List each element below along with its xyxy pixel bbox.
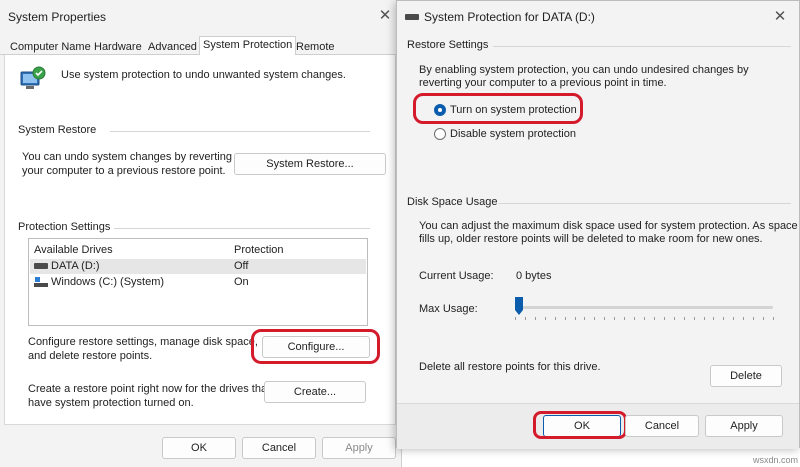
slider-track (515, 306, 773, 309)
disk-space-desc-line1: You can adjust the maximum disk space us… (419, 220, 798, 232)
slider-tick (743, 317, 745, 320)
slider-tick (693, 317, 695, 320)
slider-tick (644, 317, 645, 320)
restore-settings-heading: Restore Settings (407, 39, 489, 51)
window-title: System Properties (8, 10, 107, 24)
current-usage-label: Current Usage: (419, 270, 494, 282)
dialog-title: System Protection for DATA (D:) (424, 10, 595, 24)
tab-hardware[interactable]: Hardware (94, 39, 142, 55)
slider-tick (584, 317, 586, 320)
protection-settings-heading: Protection Settings (18, 221, 111, 233)
disk-space-desc-line2: fills up, older restore points will be d… (419, 233, 763, 245)
system-restore-desc-line1: You can undo system changes by reverting (22, 151, 232, 163)
ok-button[interactable]: OK (543, 415, 621, 437)
system-restore-button[interactable]: System Restore... (234, 153, 386, 175)
configure-desc-line2: and delete restore points. (28, 350, 153, 362)
cancel-button[interactable]: Cancel (242, 437, 316, 459)
max-usage-slider[interactable] (515, 295, 775, 325)
disable-protection-label[interactable]: Disable system protection (450, 127, 576, 141)
slider-tick (554, 317, 556, 320)
drive-name: DATA (D:) (51, 260, 100, 272)
slider-tick (673, 317, 675, 320)
tab-remote[interactable]: Remote (296, 39, 335, 55)
close-icon[interactable]: ✕ (771, 7, 789, 25)
apply-button[interactable]: Apply (705, 415, 783, 437)
ok-button[interactable]: OK (162, 437, 236, 459)
slider-tick (564, 317, 566, 320)
create-desc-line2: have system protection turned on. (28, 397, 194, 409)
slider-thumb[interactable] (515, 297, 523, 315)
table-row[interactable]: DATA (D:) Off (30, 259, 366, 274)
turn-on-protection-label[interactable]: Turn on system protection (450, 103, 577, 117)
system-properties-window: System Properties ✕ Computer Name Hardwa… (0, 0, 402, 467)
create-button[interactable]: Create... (264, 381, 366, 403)
close-icon[interactable]: ✕ (376, 6, 394, 24)
slider-tick (753, 317, 755, 320)
slider-tick (773, 317, 774, 320)
slider-tick (574, 317, 576, 320)
drive-icon (405, 14, 419, 20)
slider-tick (733, 317, 735, 320)
table-row[interactable]: Windows (C:) (System) On (30, 275, 366, 290)
windows-drive-icon (34, 277, 48, 287)
tab-computer-name[interactable]: Computer Name (10, 39, 91, 55)
slider-tick (594, 317, 596, 320)
restore-settings-desc-line2: reverting your computer to a previous po… (419, 77, 667, 89)
restore-settings-desc-line1: By enabling system protection, you can u… (419, 64, 749, 76)
divider (499, 203, 791, 204)
slider-tick (624, 317, 626, 320)
slider-tick (534, 317, 536, 320)
slider-tick (515, 317, 516, 320)
apply-button[interactable]: Apply (322, 437, 396, 459)
slider-tick (544, 317, 546, 320)
delete-button[interactable]: Delete (710, 365, 782, 387)
divider (493, 46, 791, 47)
slider-tick (614, 317, 616, 320)
system-restore-heading: System Restore (18, 124, 97, 136)
disable-protection-radio[interactable] (434, 128, 446, 140)
delete-desc: Delete all restore points for this drive… (419, 361, 601, 373)
max-usage-label: Max Usage: (419, 303, 478, 315)
configure-desc-line1: Configure restore settings, manage disk … (28, 336, 258, 348)
drives-table: Available Drives Protection DATA (D:) Of… (28, 238, 368, 326)
slider-tick (683, 317, 685, 320)
watermark: wsxdn.com (753, 455, 799, 465)
slider-tick (634, 317, 636, 320)
tab-advanced[interactable]: Advanced (148, 39, 197, 55)
column-header-protection[interactable]: Protection (234, 243, 284, 257)
divider (110, 131, 370, 132)
slider-tick (524, 317, 526, 320)
slider-ticks (515, 317, 774, 320)
configure-button[interactable]: Configure... (262, 336, 370, 358)
drive-protection-status: Off (234, 260, 249, 272)
turn-on-protection-radio[interactable] (434, 104, 446, 116)
create-desc-line1: Create a restore point right now for the… (28, 383, 271, 395)
system-restore-desc-line2: your computer to a previous restore poin… (22, 165, 226, 177)
system-protection-icon (18, 64, 48, 94)
drive-icon (34, 263, 48, 269)
drive-name: Windows (C:) (System) (51, 276, 165, 288)
slider-tick (763, 317, 765, 320)
drive-protection-status: On (234, 276, 249, 288)
slider-tick (653, 317, 655, 320)
slider-tick (703, 317, 705, 320)
intro-text: Use system protection to undo unwanted s… (61, 69, 346, 81)
column-header-drives[interactable]: Available Drives (34, 243, 113, 257)
cancel-button[interactable]: Cancel (625, 415, 699, 437)
slider-tick (713, 317, 715, 320)
system-protection-dialog: System Protection for DATA (D:) ✕ Restor… (396, 0, 800, 449)
slider-tick (604, 317, 606, 320)
tab-system-protection[interactable]: System Protection (199, 36, 297, 55)
divider (114, 228, 370, 229)
current-usage-value: 0 bytes (516, 270, 552, 282)
slider-tick (723, 317, 725, 320)
disk-space-heading: Disk Space Usage (407, 196, 498, 208)
slider-tick (663, 317, 665, 320)
